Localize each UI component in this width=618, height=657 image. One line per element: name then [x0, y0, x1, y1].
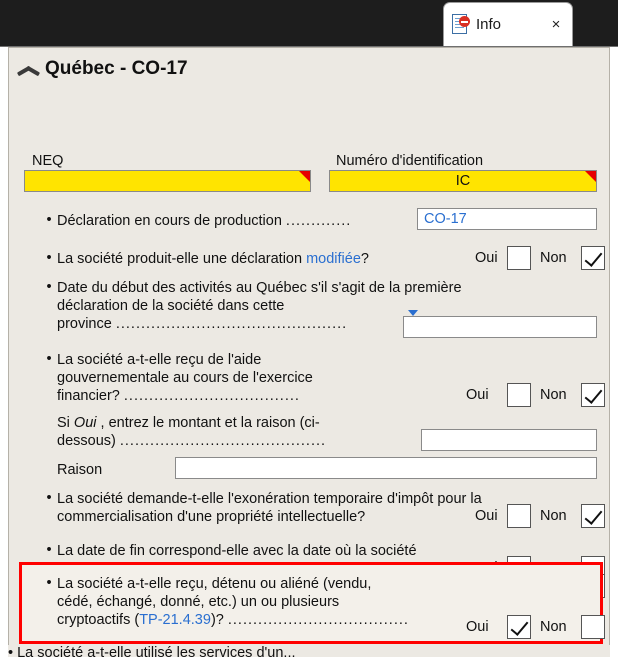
tab-label: Info [476, 16, 502, 33]
page-title: Québec - CO-17 [45, 58, 188, 79]
raison-label: Raison [57, 462, 103, 478]
crypto-oui-checkbox[interactable] [507, 615, 531, 639]
modifiee-link[interactable]: modifiée [306, 251, 361, 267]
form-header: Québec - CO-17 [17, 58, 188, 80]
bullet-icon: • [46, 279, 52, 295]
question-2-oui-checkbox[interactable] [507, 246, 531, 270]
bullet-icon: • [46, 575, 52, 591]
neq-input[interactable] [24, 170, 311, 192]
crypto-non-checkbox[interactable] [581, 615, 605, 639]
bullet-icon: • [46, 250, 52, 266]
identification-number-label: Numéro d'identification [336, 153, 484, 169]
tab-info[interactable]: Info × [443, 2, 573, 46]
question-5-oui-checkbox[interactable] [507, 504, 531, 528]
question-5-oui-label: Oui [475, 508, 498, 524]
start-date-input[interactable] [403, 316, 597, 338]
question-2-non-checkbox[interactable] [581, 246, 605, 270]
declaration-type-input[interactable]: CO-17 [417, 208, 597, 230]
bullet-icon: • [46, 490, 52, 506]
bullet-icon: • [46, 212, 52, 228]
crypto-question-label: La société a-t-elle reçu, détenu ou alié… [57, 576, 409, 628]
crypto-non-label: Non [540, 619, 567, 635]
montant-label: Si Oui , entrez le montant et la raison … [57, 415, 327, 449]
bullet-icon: • [46, 351, 52, 367]
question-2-oui-label: Oui [475, 250, 498, 266]
question-2-non-label: Non [540, 250, 567, 266]
question-5-label: La société demande-t-elle l'exonération … [57, 491, 482, 525]
question-5-non-checkbox[interactable] [581, 504, 605, 528]
tab-strip: Info × [0, 0, 618, 47]
document-with-error-badge-icon [452, 13, 470, 36]
tp-21-4-39-link[interactable]: TP-21.4.39 [139, 612, 211, 628]
identification-number-value: IC [455, 173, 471, 189]
neq-label: NEQ [32, 153, 64, 169]
partial-next-question: • La société a-t-elle utilisé les servic… [8, 645, 610, 657]
question-4-non-label: Non [540, 387, 567, 403]
crypto-oui-label: Oui [466, 619, 489, 635]
question-4-oui-checkbox[interactable] [507, 383, 531, 407]
form-panel: Québec - CO-17 NEQ Numéro d'identificati… [8, 47, 610, 657]
close-icon[interactable]: × [548, 16, 564, 33]
question-5-non-label: Non [540, 508, 567, 524]
chevron-up-icon[interactable] [17, 60, 41, 78]
question-1-label: Déclaration en cours de production .....… [57, 213, 352, 229]
question-2-label: La société produit-elle une déclaration … [57, 251, 369, 267]
required-corner-icon [585, 171, 596, 182]
question-4-non-checkbox[interactable] [581, 383, 605, 407]
identification-number-input[interactable]: IC [329, 170, 597, 192]
raison-input[interactable] [175, 457, 597, 479]
required-corner-icon [299, 171, 310, 182]
bullet-icon: • [46, 542, 52, 558]
question-4-oui-label: Oui [466, 387, 489, 403]
montant-input[interactable] [421, 429, 597, 451]
